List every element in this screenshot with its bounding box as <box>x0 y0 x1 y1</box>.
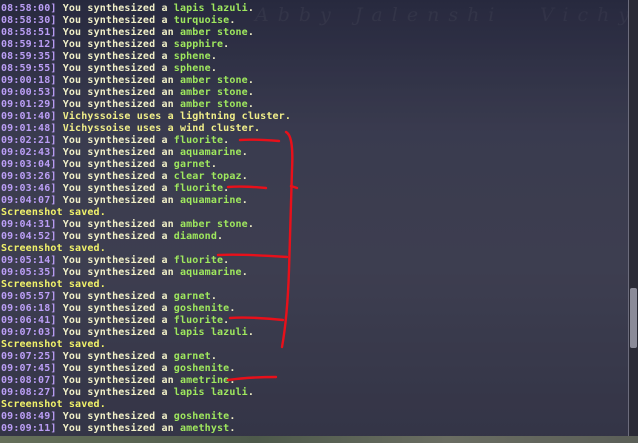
annotation-underline-fluorite-4 <box>228 316 285 322</box>
annotation-underline-fluorite-3 <box>216 253 289 259</box>
annotation-underline-ametrine <box>226 375 278 382</box>
red-annotation-marks <box>216 130 299 382</box>
annotation-underline-fluorite-2 <box>226 185 268 190</box>
annotation-bracket <box>280 130 294 349</box>
annotation-underline-fluorite-1 <box>238 138 281 143</box>
